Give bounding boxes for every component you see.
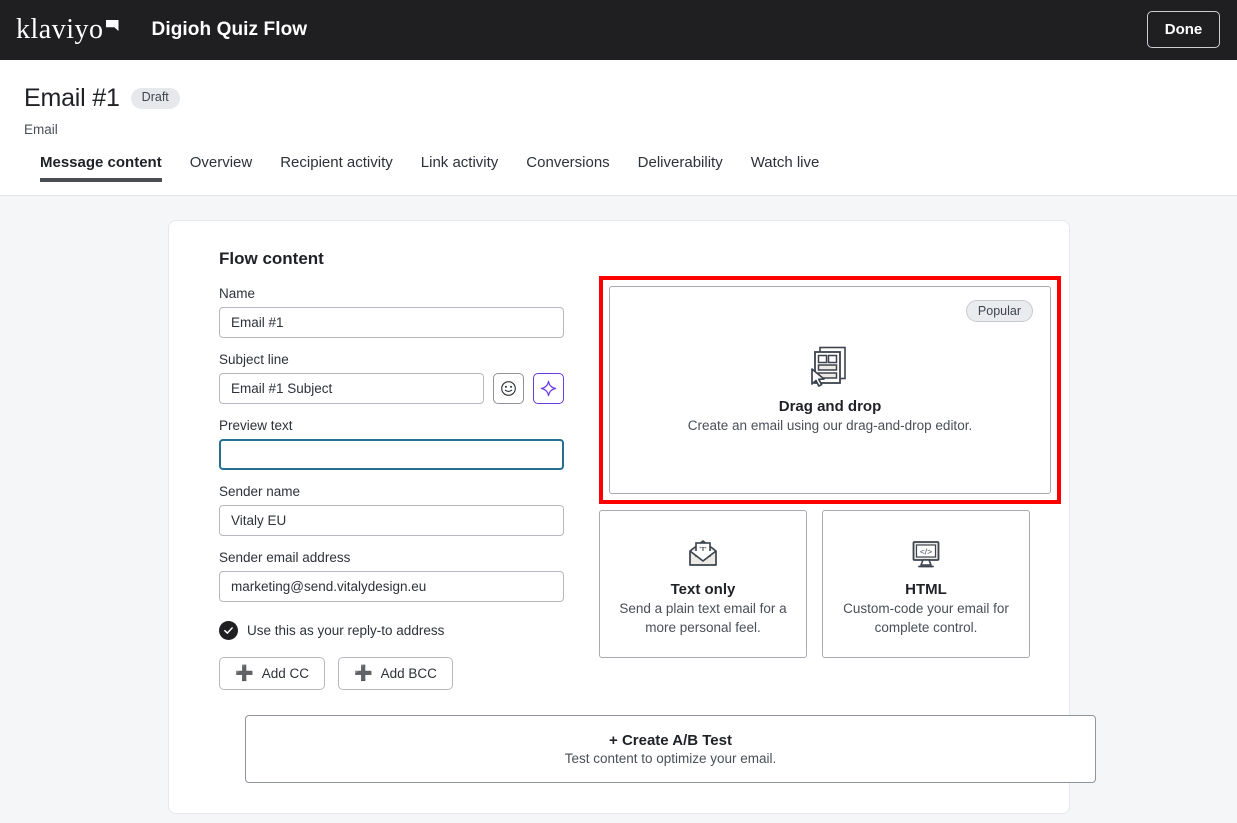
app-title: Digioh Quiz Flow [151, 19, 308, 40]
ab-test-title: + Create A/B Test [609, 732, 732, 749]
sender-name-label: Sender name [219, 484, 301, 499]
template-options: Popular Drag and drop Create an email us… [599, 249, 1061, 690]
ab-test-subtitle: Test content to optimize your email. [564, 751, 777, 766]
sparkle-icon [540, 380, 557, 397]
subject-line-row [219, 373, 565, 404]
klaviyo-flag-icon [105, 20, 119, 31]
body-area: Flow content Name Subject line [0, 196, 1237, 823]
add-bcc-button[interactable]: ➕ Add BCC [337, 657, 453, 690]
tab-watch-live[interactable]: Watch live [737, 154, 834, 182]
flow-content-card: Flow content Name Subject line [168, 220, 1096, 814]
page-title: Email #1 [24, 84, 120, 112]
html-name: HTML [905, 581, 947, 599]
preview-text-input[interactable] [219, 439, 564, 470]
name-input[interactable] [219, 307, 564, 338]
field-sender-name: Sender name [219, 484, 564, 536]
flow-content-form: Flow content Name Subject line [219, 249, 565, 690]
status-badge: Draft [130, 88, 180, 109]
popular-badge: Popular [965, 300, 1033, 322]
ai-assistant-button[interactable] [533, 373, 565, 404]
tab-overview[interactable]: Overview [176, 154, 267, 182]
html-description: Custom-code your email for complete cont… [843, 601, 1009, 635]
secondary-template-row: T Text only Send a plain text email for … [599, 510, 1049, 658]
title-row: Email #1 Draft [24, 84, 1237, 113]
subject-line-label: Subject line [219, 352, 289, 367]
field-name: Name [219, 286, 564, 338]
tab-conversions[interactable]: Conversions [512, 154, 623, 182]
plus-icon: ➕ [235, 665, 254, 682]
reply-to-label: Use this as your reply-to address [247, 623, 445, 638]
emoji-picker-button[interactable] [493, 373, 525, 404]
add-cc-button[interactable]: ➕ Add CC [219, 657, 325, 690]
preview-text-label: Preview text [219, 418, 293, 433]
subject-line-input[interactable] [219, 373, 485, 404]
plus-icon: ➕ [353, 665, 373, 682]
svg-text:</>: </> [920, 547, 932, 557]
text-only-name: Text only [670, 581, 736, 599]
tab-deliverability[interactable]: Deliverability [624, 154, 737, 182]
create-ab-test-button[interactable]: + Create A/B Test Test content to optimi… [245, 715, 1096, 783]
reply-to-row[interactable]: Use this as your reply-to address [219, 621, 564, 640]
template-card-drag-and-drop[interactable]: Popular Drag and drop Create an email us… [609, 286, 1051, 494]
field-preview-text: Preview text [219, 418, 564, 470]
cc-bcc-row: ➕ Add CC ➕ Add BCC [219, 657, 564, 690]
field-subject-line: Subject line [219, 352, 565, 404]
drag-and-drop-description: Create an email using our drag-and-drop … [687, 418, 973, 434]
sender-email-input[interactable] [219, 571, 564, 602]
template-card-html[interactable]: </> HTML Custom-code your email for comp… [822, 510, 1030, 658]
add-bcc-label: Add BCC [380, 666, 437, 681]
klaviyo-logo-text: klaviyo [16, 14, 104, 45]
check-icon [224, 627, 233, 634]
reply-to-checkbox[interactable] [219, 621, 238, 640]
template-cursor-icon [811, 347, 846, 388]
section-title: Flow content [219, 249, 324, 268]
smiley-icon [501, 381, 517, 396]
page-header: Email #1 Draft Email Message content Ove… [0, 60, 1237, 196]
field-sender-email: Sender email address [219, 550, 564, 602]
drag-and-drop-name: Drag and drop [778, 398, 882, 416]
page-subtitle: Email [24, 122, 58, 137]
sender-name-input[interactable] [219, 505, 564, 536]
envelope-text-icon: T [689, 540, 717, 567]
sender-email-label: Sender email address [219, 550, 351, 565]
tab-link-activity[interactable]: Link activity [407, 154, 513, 182]
monitor-code-icon: </> [912, 541, 940, 568]
add-cc-label: Add CC [261, 666, 309, 681]
text-only-description: Send a plain text email for a more perso… [619, 601, 787, 635]
top-bar: klaviyo Digioh Quiz Flow Done [0, 0, 1237, 60]
tab-recipient-activity[interactable]: Recipient activity [266, 154, 407, 182]
done-button[interactable]: Done [1147, 11, 1220, 48]
drag-and-drop-highlight: Popular Drag and drop Create an email us… [599, 276, 1061, 504]
tab-bar: Message content Overview Recipient activ… [24, 154, 1237, 182]
columns: Flow content Name Subject line [219, 249, 1061, 690]
tab-message-content[interactable]: Message content [24, 154, 176, 182]
template-card-text-only[interactable]: T Text only Send a plain text email for … [599, 510, 807, 658]
name-label: Name [219, 286, 256, 301]
klaviyo-logo[interactable]: klaviyo [16, 16, 119, 44]
